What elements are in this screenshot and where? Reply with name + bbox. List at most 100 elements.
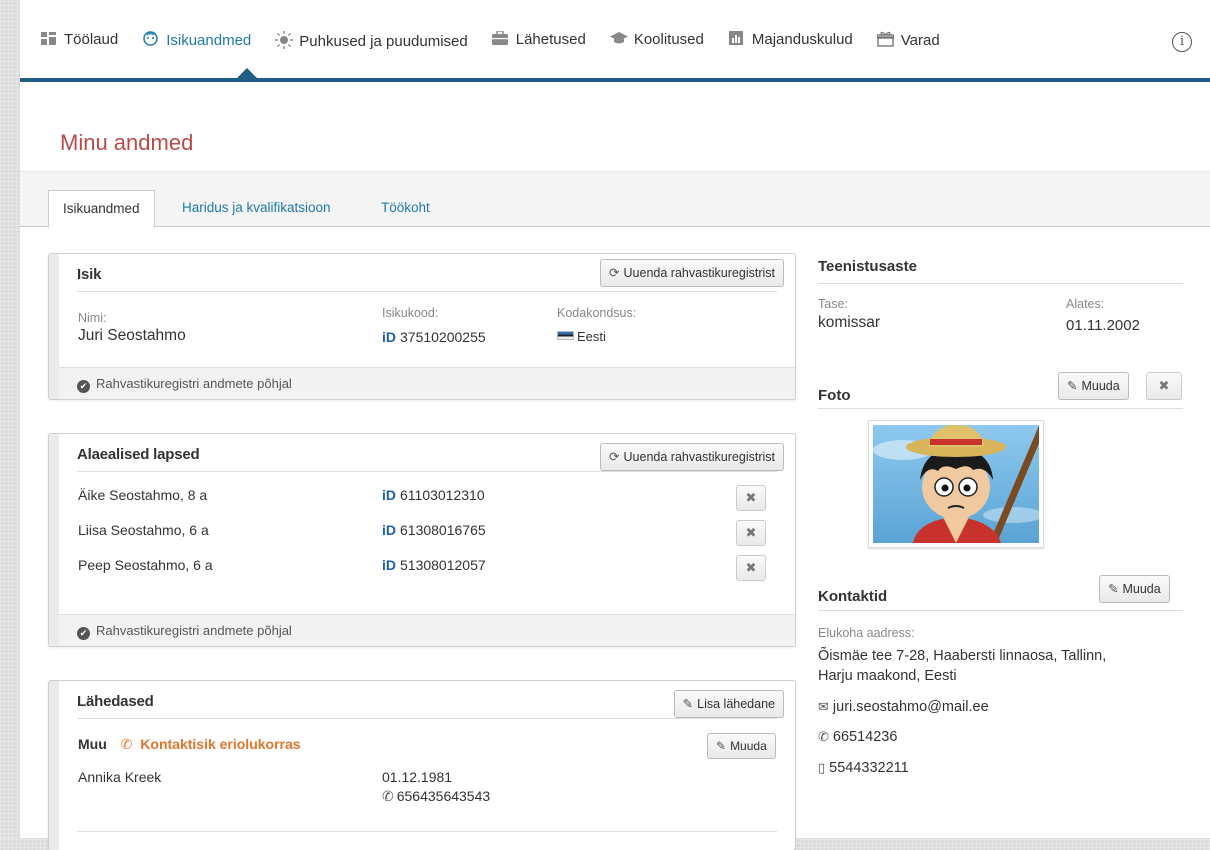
child-name: Äike Seostahmo, 8 a: [78, 487, 208, 503]
citizenship-value: Eesti: [557, 329, 606, 344]
relative-type: Muu: [78, 736, 107, 752]
nav-item-majanduskulud[interactable]: Majanduskulud: [728, 31, 853, 48]
button-label: Uuenda rahvastikuregistrist: [623, 266, 775, 280]
nav-label: Koolitused: [633, 31, 704, 48]
child-name: Liisa Seostahmo, 6 a: [78, 522, 209, 538]
refresh-registry-button[interactable]: ⟳ Uuenda rahvastikuregistrist: [600, 259, 784, 287]
nav-label: Töölaud: [64, 31, 119, 48]
address-label: Elukoha aadress:: [818, 626, 915, 640]
citizenship-text: Eesti: [577, 329, 606, 344]
person-face-icon: [142, 31, 158, 49]
nav-item-puhkused[interactable]: Puhkused ja puudumised: [275, 31, 468, 52]
check-circle-icon: ✔: [77, 627, 90, 640]
panel-side-bar: [49, 434, 59, 646]
children-panel-title: Alaealised lapsed: [77, 446, 200, 463]
bar-chart-icon: [728, 31, 744, 48]
rank-level-label: Tase:: [818, 297, 848, 311]
relative-type-row: Muu ✆ Kontaktisik eriolukorras: [78, 736, 301, 753]
button-label: Lisa lähedane: [697, 697, 775, 711]
button-label: Uuenda rahvastikuregistrist: [623, 450, 775, 464]
mobile-value: 5544332211: [829, 760, 909, 776]
name-label: Nimi:: [78, 311, 107, 325]
edit-icon: ✎: [1108, 582, 1119, 596]
phone-value: 66514236: [832, 729, 898, 745]
envelope-icon: ✉: [818, 699, 829, 714]
edit-icon: ✎: [1067, 379, 1078, 393]
child-code-text: 61103012310: [400, 487, 485, 503]
rank-title: Teenistusaste: [818, 258, 917, 275]
personal-code-text: 37510200255: [400, 329, 486, 345]
info-icon[interactable]: i: [1172, 32, 1192, 52]
rank-since-value: 01.11.2002: [1066, 317, 1140, 334]
name-value: Juri Seostahmo: [78, 327, 186, 344]
nav-item-isikuandmed[interactable]: Isikuandmed: [142, 31, 251, 49]
refresh-registry-button[interactable]: ⟳ Uuenda rahvastikuregistrist: [600, 443, 784, 471]
phone-row: ✆ 66514236: [818, 729, 897, 745]
nav-label: Isikuandmed: [166, 31, 252, 49]
profile-photo: [868, 420, 1044, 548]
relative-phone-text: 656435643543: [396, 788, 491, 804]
remove-child-button[interactable]: ✖: [736, 520, 766, 546]
nav-item-lahetused[interactable]: Lähetused: [491, 30, 586, 48]
relative-phone: ✆ 656435643543: [382, 788, 490, 805]
remove-photo-button[interactable]: ✖: [1146, 372, 1182, 400]
profile-photo-image: [873, 425, 1039, 543]
gift-box-icon: [876, 31, 895, 50]
photo-title: Foto: [818, 387, 851, 404]
active-nav-indicator: [233, 68, 261, 82]
nav-item-koolitused[interactable]: Koolitused: [609, 31, 704, 48]
edit-icon: ✎: [682, 697, 694, 711]
page-header: Minu andmed: [20, 82, 1210, 172]
phone-icon: ✆: [382, 788, 394, 804]
refresh-icon: ⟳: [609, 450, 620, 464]
add-relative-button[interactable]: ✎ Lisa lähedane: [673, 690, 784, 718]
remove-child-button[interactable]: ✖: [736, 485, 766, 511]
footer-text: Rahvastikuregistri andmete põhjal: [96, 623, 292, 638]
button-label: Muuda: [1081, 379, 1120, 393]
address-line-2: Harju maakond, Eesti: [818, 668, 957, 684]
app-frame: Töölaud Isikuandmed Puhkused ja puudumis…: [20, 0, 1210, 850]
tab-isikuandmed[interactable]: Isikuandmed: [48, 190, 155, 228]
citizenship-label: Kodakondsus:: [557, 306, 637, 320]
estonian-id-icon: iD: [382, 329, 396, 345]
relatives-panel: Lähedased ✎ Lisa lähedane Muu ✆ Kontaktis…: [48, 680, 796, 850]
relative-birthdate: 01.12.1981: [382, 769, 453, 785]
relative-name: Annika Kreek: [78, 769, 162, 785]
panel-side-bar: [49, 254, 59, 399]
divider: [818, 283, 1183, 284]
emergency-contact-label: Kontaktisik eriolukorras: [140, 736, 301, 752]
edit-relative-button[interactable]: ✎ Muuda: [707, 733, 776, 759]
divider: [818, 610, 1183, 611]
contacts-title: Kontaktid: [818, 588, 888, 605]
child-code: iD 51308012057: [382, 557, 486, 573]
mobile-row: ▯ 5544332211: [818, 760, 909, 776]
emergency-phone-icon: ✆: [120, 736, 133, 752]
person-panel-title: Isik: [77, 266, 102, 283]
remove-child-button[interactable]: ✖: [736, 555, 766, 581]
estonian-id-icon: iD: [382, 487, 396, 503]
page-title: Minu andmed: [60, 130, 194, 155]
children-panel-header: Alaealised lapsed ⟳ Uuenda rahvastikuregi…: [77, 434, 784, 472]
tab-haridus[interactable]: Haridus ja kvalifikatsioon: [168, 190, 345, 228]
edit-contacts-button[interactable]: ✎ Muuda: [1099, 575, 1170, 603]
nav-label: Puhkused ja puudumised: [299, 33, 468, 50]
child-code: iD 61308016765: [382, 522, 486, 538]
phone-icon: ✆: [818, 729, 829, 744]
personal-code-label: Isikukood:: [382, 306, 439, 320]
edit-icon: ✎: [716, 739, 727, 753]
email-row: ✉ juri.seostahmo@mail.ee: [818, 699, 989, 715]
edit-photo-button[interactable]: ✎ Muuda: [1058, 372, 1129, 400]
rank-level-value: komissar: [818, 314, 881, 331]
relatives-panel-header: Lähedased ✎ Lisa lähedane: [77, 681, 784, 719]
nav-item-toolaud[interactable]: Töölaud: [40, 31, 118, 48]
tab-tookoht[interactable]: Töökoht: [367, 190, 444, 228]
nav-item-varad[interactable]: Varad: [876, 31, 940, 50]
briefcase-icon: [491, 30, 508, 48]
graduation-cap-icon: [609, 31, 628, 48]
estonian-id-icon: iD: [382, 522, 396, 538]
tab-bar: Isikuandmed Haridus ja kvalifikatsioon T…: [20, 172, 1210, 228]
divider: [818, 408, 1183, 409]
divider: [77, 831, 777, 832]
child-code-text: 51308012057: [400, 557, 486, 573]
personal-code-value: iD 37510200255: [382, 329, 486, 345]
